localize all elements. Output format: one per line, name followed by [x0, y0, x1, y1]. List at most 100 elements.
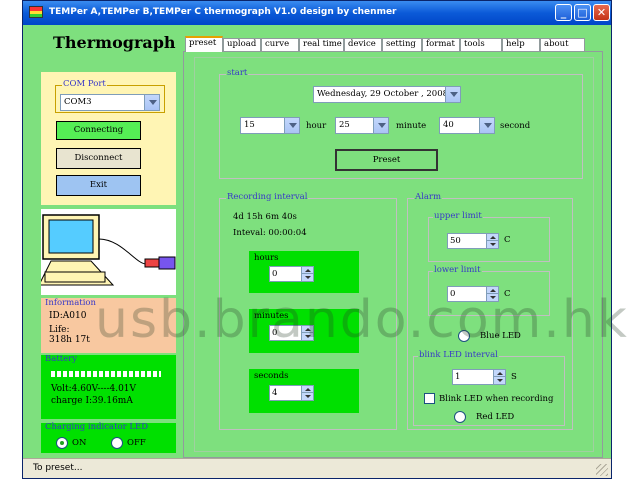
tab-real-time[interactable]: real time	[299, 38, 344, 51]
chevron-down-icon	[445, 87, 460, 102]
spin-down-icon[interactable]	[486, 241, 498, 248]
chevron-down-icon	[284, 118, 299, 133]
life-label: Life:	[49, 325, 70, 335]
seconds-value: 4	[272, 388, 278, 398]
life-value: 318h 17t	[49, 335, 90, 345]
com-port-group: COM Port COM3	[55, 79, 165, 113]
minutes-label: minutes	[254, 311, 289, 321]
connecting-status: Connecting	[56, 121, 141, 140]
alarm-label: Alarm	[414, 192, 443, 202]
exit-button[interactable]: Exit	[56, 175, 141, 196]
spin-up-icon[interactable]	[486, 287, 498, 294]
spin-up-icon[interactable]	[493, 370, 505, 377]
minutes-value: 0	[272, 328, 278, 338]
preset-button[interactable]: Preset	[335, 149, 438, 171]
tab-preset[interactable]: preset	[185, 36, 223, 52]
hour-select[interactable]: 15	[240, 117, 300, 134]
spin-up-icon[interactable]	[301, 386, 313, 393]
start-label: start	[226, 68, 249, 78]
tab-help[interactable]: help	[502, 38, 540, 51]
preset-frame: start Wednesday, 29 October , 2008 15 ho…	[194, 57, 594, 452]
blink-led-label: blink LED interval	[418, 350, 499, 360]
com-port-value: COM3	[64, 97, 92, 107]
tab-about[interactable]: about	[540, 38, 585, 51]
start-date-value: Wednesday, 29 October , 2008	[317, 89, 449, 99]
window-title: TEMPer A,TEMPer B,TEMPer C thermograph V…	[49, 7, 397, 17]
spin-up-icon[interactable]	[486, 234, 498, 241]
blink-led-group: blink LED interval 1 S Blink LED when re…	[413, 350, 565, 426]
spin-down-icon[interactable]	[301, 393, 313, 400]
resize-grip-icon[interactable]	[596, 464, 608, 476]
blink-interval-spinner[interactable]: 1	[452, 369, 506, 385]
battery-level-bar	[51, 371, 161, 377]
spin-down-icon[interactable]	[493, 377, 505, 384]
spin-down-icon[interactable]	[301, 274, 313, 281]
spin-down-icon[interactable]	[486, 294, 498, 301]
start-group: start Wednesday, 29 October , 2008 15 ho…	[219, 68, 583, 179]
title-bar[interactable]: TEMPer A,TEMPer B,TEMPer C thermograph V…	[23, 1, 611, 25]
spin-up-icon[interactable]	[301, 267, 313, 274]
recording-interval-label: Recording interval	[226, 192, 309, 202]
red-led-label: Red LED	[476, 412, 515, 422]
tab-tools[interactable]: tools	[460, 38, 502, 51]
blink-when-recording-checkbox[interactable]	[424, 393, 435, 404]
lower-limit-value: 0	[450, 289, 456, 299]
information-panel: Information ID:A010 Life: 318h 17t	[41, 298, 176, 353]
chevron-down-icon	[373, 118, 388, 133]
lower-limit-spinner[interactable]: 0	[447, 286, 499, 302]
charging-on-label: ON	[72, 438, 87, 448]
spin-down-icon[interactable]	[301, 333, 313, 340]
recording-interval-text: Inteval: 00:00:04	[233, 228, 307, 238]
battery-panel: Battery Volt:4.60V----4.01V charge I:39.…	[41, 354, 176, 419]
recording-interval-group: Recording interval 4d 15h 6m 40s Inteval…	[219, 192, 397, 430]
charging-on-radio[interactable]	[56, 437, 68, 449]
blink-when-recording-label: Blink LED when recording	[439, 394, 554, 404]
start-date-picker[interactable]: Wednesday, 29 October , 2008	[313, 86, 461, 103]
upper-limit-label: upper limit	[433, 211, 483, 221]
battery-voltage: Volt:4.60V----4.01V	[51, 384, 137, 394]
device-id: ID:A010	[49, 311, 87, 321]
com-port-label: COM Port	[62, 79, 107, 89]
lower-limit-label: lower limit	[433, 265, 482, 275]
seconds-panel: seconds 4	[249, 369, 359, 413]
charging-led-panel: Charging indicator LED ON OFF	[41, 422, 176, 453]
sidebar: Thermograph COM Port COM3 Connecting Dis…	[23, 25, 178, 458]
spin-up-icon[interactable]	[301, 326, 313, 333]
information-label: Information	[45, 298, 97, 308]
blue-led-label: Blue LED	[480, 331, 521, 341]
close-button[interactable]: ✕	[593, 4, 610, 21]
hours-value: 0	[272, 269, 278, 279]
app-icon	[29, 6, 43, 18]
upper-limit-group: upper limit 50 C	[428, 211, 550, 262]
upper-limit-spinner[interactable]: 50	[447, 233, 499, 249]
minute-select[interactable]: 25	[335, 117, 389, 134]
minimize-button[interactable]: _	[555, 4, 572, 21]
com-port-panel: COM Port COM3 Connecting Disconnect Exit	[41, 72, 176, 205]
seconds-label: seconds	[254, 371, 289, 381]
tab-format[interactable]: format	[422, 38, 460, 51]
tab-device[interactable]: device	[344, 38, 382, 51]
tab-curve[interactable]: curve	[261, 38, 299, 51]
chevron-down-icon	[479, 118, 494, 133]
maximize-button[interactable]: □	[574, 4, 591, 21]
computer-icon	[38, 214, 176, 286]
minute-value: 25	[339, 120, 350, 130]
red-led-radio[interactable]	[454, 411, 466, 423]
seconds-spinner[interactable]: 4	[269, 385, 314, 401]
recording-duration: 4d 15h 6m 40s	[233, 212, 297, 222]
hours-spinner[interactable]: 0	[269, 266, 314, 282]
status-text: To preset...	[33, 463, 83, 473]
second-select[interactable]: 40	[439, 117, 495, 134]
hour-label: hour	[306, 121, 327, 131]
minutes-panel: minutes 0	[249, 309, 359, 353]
minutes-spinner[interactable]: 0	[269, 325, 314, 341]
blue-led-radio[interactable]	[458, 330, 470, 342]
tab-upload[interactable]: upload	[223, 38, 261, 51]
blink-interval-value: 1	[455, 372, 461, 382]
tab-setting[interactable]: setting	[382, 38, 422, 51]
hour-value: 15	[244, 120, 255, 130]
disconnect-button[interactable]: Disconnect	[56, 148, 141, 169]
charging-off-radio[interactable]	[111, 437, 123, 449]
second-label: second	[500, 121, 531, 131]
com-port-select[interactable]: COM3	[60, 94, 160, 111]
